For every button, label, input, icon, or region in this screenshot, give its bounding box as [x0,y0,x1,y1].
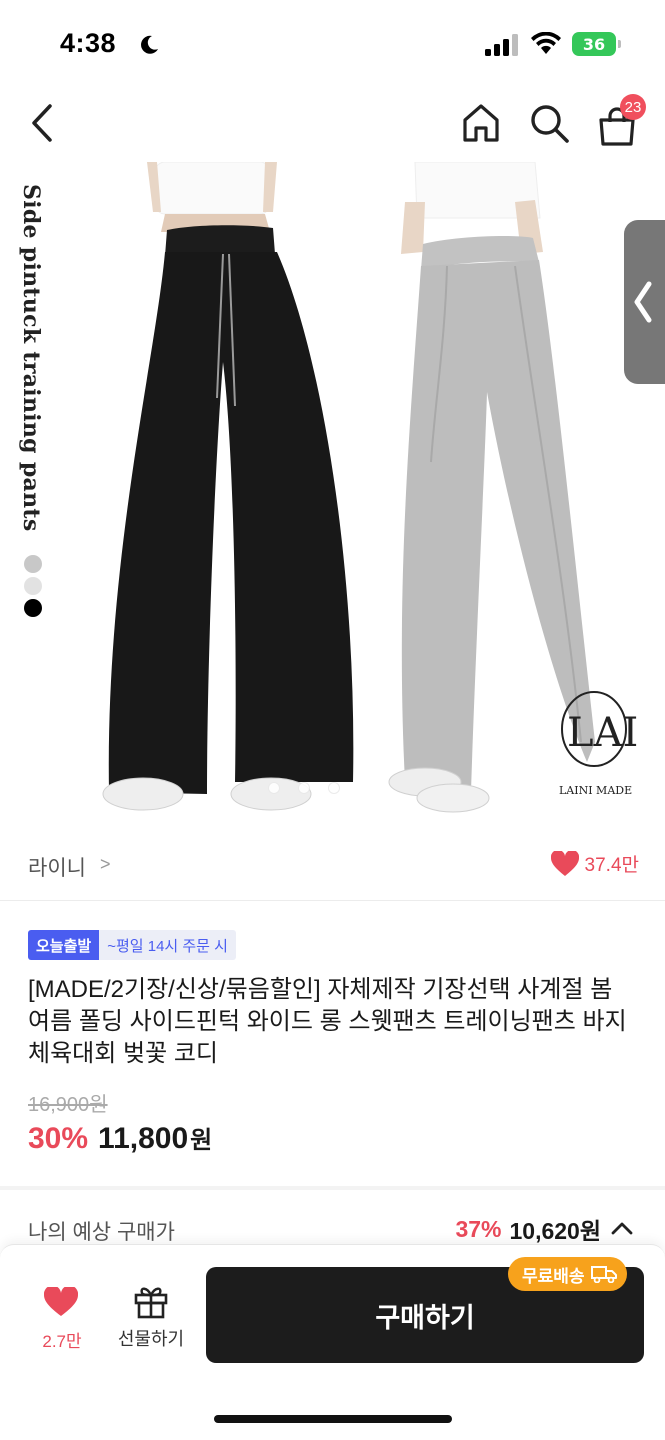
cart-badge: 23 [620,94,646,120]
battery-indicator: 36 [572,32,622,56]
chevron-up-icon[interactable] [609,1219,635,1239]
truck-icon [590,1266,617,1283]
carousel-dot[interactable] [328,782,340,794]
carousel-dot[interactable] [298,782,310,794]
wifi-icon [531,32,561,54]
sale-price: 11,800원 [98,1120,212,1156]
divider [0,900,665,901]
seller-row: 라이니 > 37.4만 [0,836,665,896]
image-caption: Side pintuck training pants [18,184,44,532]
section-divider [0,1186,665,1190]
wishlist-button[interactable]: 2.7만 [22,1285,102,1355]
shipping-condition: ~평일 14시 주문 시 [99,930,236,960]
product-photo [102,162,595,813]
side-panel-toggle[interactable] [624,220,665,384]
home-indicator[interactable] [214,1415,452,1423]
brand-monogram: LAI LAINI MADE [559,691,638,797]
carousel-dots [268,782,348,796]
price-row: 30% 11,800원 [28,1120,212,1156]
status-bar: 4:38 36 [0,0,665,88]
like-count: 37.4만 [584,855,639,876]
gift-label: 선물하기 [117,1329,185,1349]
sale-price-amount: 11,800 [98,1122,189,1155]
battery-body: 36 [572,32,616,56]
expected-price-value: 37% 10,620원 [455,1212,635,1246]
heart-icon [44,1287,78,1316]
buy-button-label: 구매하기 [375,1302,475,1333]
expected-price: 10,620원 [509,1218,601,1244]
brand-logo: LAI LAINI MADE [553,682,643,802]
cart-button[interactable]: 23 [594,94,646,148]
search-icon[interactable] [526,100,572,146]
color-swatch-light-gray [24,577,42,595]
free-shipping-label: 무료배송 [522,1266,585,1286]
bottom-action-bar: 2.7만 선물하기 구매하기 무료배송 [0,1244,665,1440]
gift-icon [134,1287,168,1319]
top-nav: 23 [0,88,665,162]
expected-price-label: 나의 예상 구매가 [28,1221,175,1244]
battery-tip [618,40,621,48]
chevron-right-icon: > [100,854,111,874]
svg-text:LAINI MADE: LAINI MADE [559,784,632,797]
discount-rate: 30% [28,1122,89,1155]
heart-icon [550,850,579,876]
original-price: 16,900원 [28,1094,108,1116]
sale-price-unit: 원 [190,1127,213,1154]
status-time: 4:38 [60,28,117,58]
svg-text:LAI: LAI [567,710,638,756]
moon-icon [141,35,158,54]
delivery-tag: 오늘출발 ~평일 14시 주문 시 [28,930,236,960]
home-icon[interactable] [458,100,504,146]
signal-icon [485,34,518,56]
gift-button[interactable]: 선물하기 [108,1283,194,1355]
chevron-left-icon [634,281,652,323]
product-title: [MADE/2기장/신상/묶음할인] 자체제작 기장선택 사계절 봄 여름 폴딩… [28,976,627,1067]
back-icon[interactable] [22,100,62,146]
expected-discount-rate: 37% [455,1215,502,1242]
product-image-carousel[interactable]: Side pintuck training pants LAI LAINI MA… [0,162,665,822]
likes[interactable]: 37.4만 [550,850,639,877]
color-swatch-black [24,599,42,617]
color-swatch-gray [24,555,42,573]
battery-level: 36 [582,34,606,54]
free-shipping-badge: 무료배송 [508,1257,627,1291]
today-shipping-badge: 오늘출발 [28,930,100,960]
wishlist-count: 2.7만 [42,1332,82,1351]
seller-name-link[interactable]: 라이니 [28,852,86,882]
carousel-dot[interactable] [268,782,280,794]
